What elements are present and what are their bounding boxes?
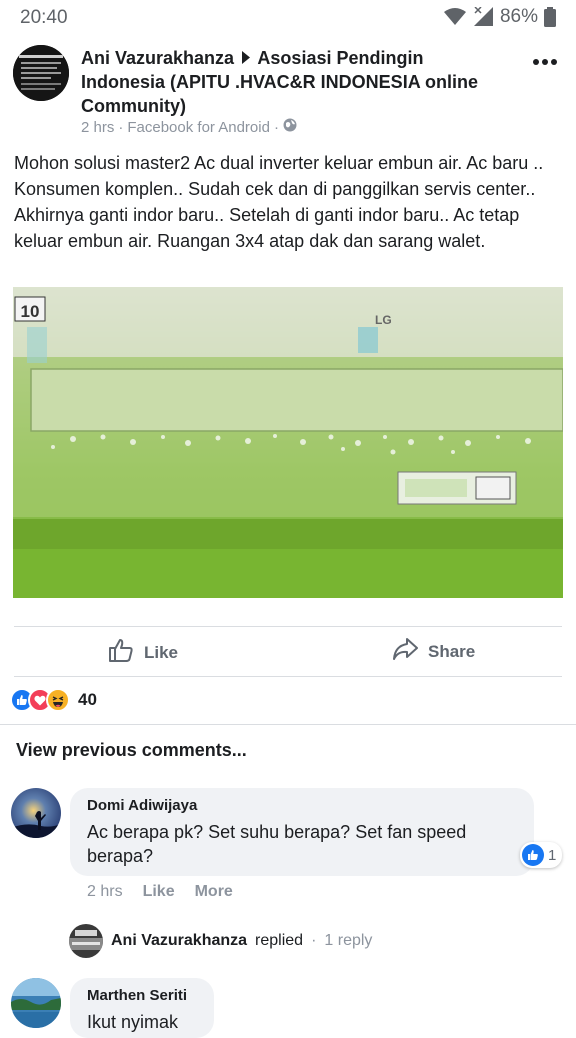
reply-summary[interactable]: Ani Vazurakhanza replied · 1 reply xyxy=(69,924,372,958)
post-title: Ani Vazurakhanza Asosiasi Pendingin Indo… xyxy=(81,46,511,118)
post-source: Facebook for Android xyxy=(127,118,270,136)
battery-icon xyxy=(544,7,556,27)
comment-meta: 2 hrs Like More xyxy=(87,883,233,901)
like-reaction-icon xyxy=(522,844,544,866)
globe-icon xyxy=(283,118,297,136)
view-previous-comments-link[interactable]: View previous comments... xyxy=(16,740,247,761)
post-header: Ani Vazurakhanza Asosiasi Pendingin Indo… xyxy=(0,40,576,140)
post-text: Mohon solusi master2 Ac dual inverter ke… xyxy=(14,153,544,251)
photo-badge-text: 10 xyxy=(21,302,40,321)
post-actions: Like Share xyxy=(0,627,576,675)
share-arrow-icon xyxy=(392,637,418,666)
post-time[interactable]: 2 hrs xyxy=(81,119,114,136)
meta-separator: · xyxy=(118,118,124,136)
like-label: Like xyxy=(144,642,179,662)
battery-percent: 86% xyxy=(499,6,538,27)
reaction-count: 40 xyxy=(78,690,97,709)
share-label: Share xyxy=(428,641,476,661)
reply-count: 1 reply xyxy=(324,932,373,949)
meta-separator-2: · xyxy=(273,118,279,136)
reply-verb: replied xyxy=(255,932,304,949)
status-time: 20:40 xyxy=(20,7,68,28)
signal-icon xyxy=(472,7,494,27)
status-bar: 20:40 86% xyxy=(0,0,576,34)
comment-author[interactable]: Marthen Seriti xyxy=(87,987,187,1004)
author-avatar[interactable] xyxy=(13,45,69,101)
comment-avatar[interactable] xyxy=(11,978,61,1028)
reply-avatar xyxy=(69,924,103,958)
comment-time: 2 hrs xyxy=(87,883,123,900)
author-name[interactable]: Ani Vazurakhanza xyxy=(81,48,234,68)
reply-separator: · xyxy=(311,932,317,949)
post-meta: 2 hrs · Facebook for Android · xyxy=(81,118,297,136)
like-button[interactable]: Like xyxy=(108,637,178,668)
haha-reaction-icon xyxy=(46,688,70,712)
comment-more-button[interactable]: More xyxy=(195,883,233,901)
photo-brand-text: LG xyxy=(375,313,392,327)
divider xyxy=(0,724,576,725)
thumbs-up-icon xyxy=(108,637,134,668)
post-photo[interactable]: 10 LG xyxy=(13,287,563,598)
comment-like-button[interactable]: Like xyxy=(143,883,175,901)
more-options-icon[interactable] xyxy=(532,54,558,70)
comment-text: Ikut nyimak xyxy=(87,1012,179,1032)
comment-like-badge[interactable]: 1 xyxy=(520,842,563,868)
divider xyxy=(14,676,562,677)
comment-like-count: 1 xyxy=(548,846,557,864)
reply-author: Ani Vazurakhanza xyxy=(111,932,248,949)
comment-author[interactable]: Domi Adiwijaya xyxy=(87,797,197,814)
reactions-summary[interactable]: 40 xyxy=(10,688,97,712)
triangle-right-icon xyxy=(241,46,251,70)
share-button[interactable]: Share xyxy=(392,637,475,666)
comment-avatar[interactable] xyxy=(11,788,61,838)
comment-text: Ac berapa pk? Set suhu berapa? Set fan s… xyxy=(87,822,467,866)
wifi-icon xyxy=(443,8,466,26)
